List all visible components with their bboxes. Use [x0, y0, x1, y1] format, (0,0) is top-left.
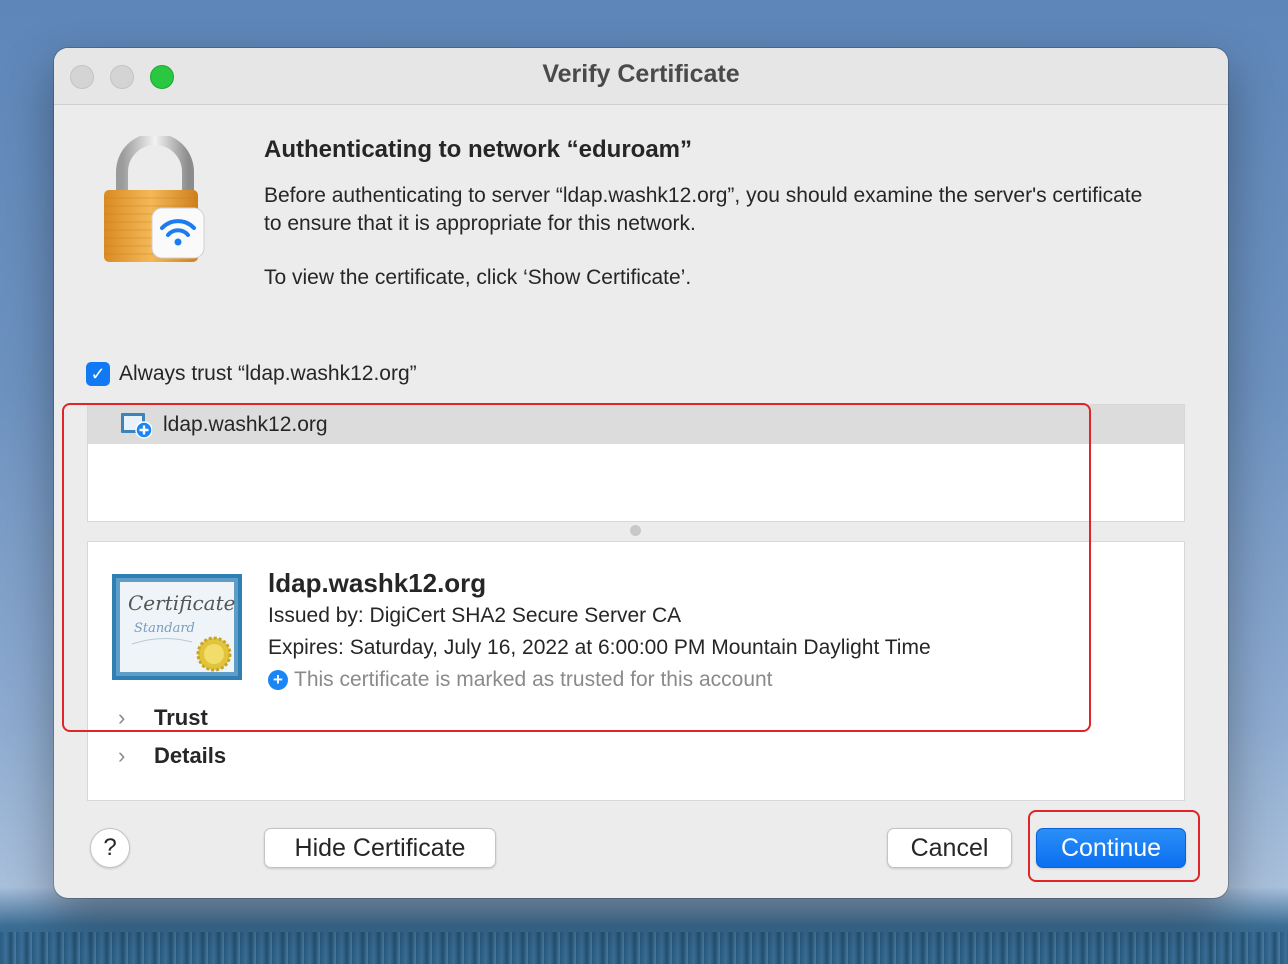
list-item[interactable]: ldap.washk12.org [88, 405, 1184, 444]
details-section-label[interactable]: Details [154, 743, 226, 769]
trust-section-label[interactable]: Trust [154, 705, 208, 731]
svg-text:Certificate: Certificate [128, 591, 235, 615]
certificate-icon: Certificate Standard [112, 574, 242, 680]
auth-instruction: To view the certificate, click ‘Show Cer… [264, 266, 692, 289]
certificate-expiry: Expires: Saturday, July 16, 2022 at 6:00… [268, 636, 931, 659]
plus-icon: + [268, 670, 288, 690]
chevron-right-icon[interactable]: › [118, 705, 125, 731]
hide-certificate-button[interactable]: Hide Certificate [264, 828, 496, 868]
certificate-name: ldap.washk12.org [268, 568, 487, 598]
list-item-label: ldap.washk12.org [163, 413, 328, 436]
window-title: Verify Certificate [542, 60, 740, 88]
certificate-issuer: Issued by: DigiCert SHA2 Secure Server C… [268, 604, 682, 627]
trusted-status-text: This certificate is marked as trusted fo… [294, 668, 773, 691]
verify-certificate-dialog: Verify Certificate Authenticating to net… [54, 48, 1228, 898]
cancel-button[interactable]: Cancel [887, 828, 1012, 868]
certificate-small-icon [121, 413, 152, 439]
split-view-handle[interactable] [630, 525, 641, 536]
always-trust-checkbox[interactable]: ✓ [86, 362, 110, 386]
svg-text:Standard: Standard [134, 621, 195, 636]
auth-heading: Authenticating to network “eduroam” [264, 136, 693, 163]
certificate-details-panel: Certificate Standard ldap.washk12.org Is… [87, 541, 1185, 801]
continue-button[interactable]: Continue [1036, 828, 1186, 868]
auth-description: Before authenticating to server “ldap.wa… [264, 184, 1143, 235]
always-trust-label[interactable]: Always trust “ldap.washk12.org” [119, 362, 417, 386]
lock-wifi-icon [104, 136, 205, 262]
desktop-background [0, 932, 1288, 964]
certificate-chain-list: ldap.washk12.org [87, 404, 1185, 522]
title-bar: Verify Certificate [54, 48, 1228, 105]
help-button[interactable]: ? [90, 828, 130, 868]
chevron-right-icon[interactable]: › [118, 743, 125, 769]
